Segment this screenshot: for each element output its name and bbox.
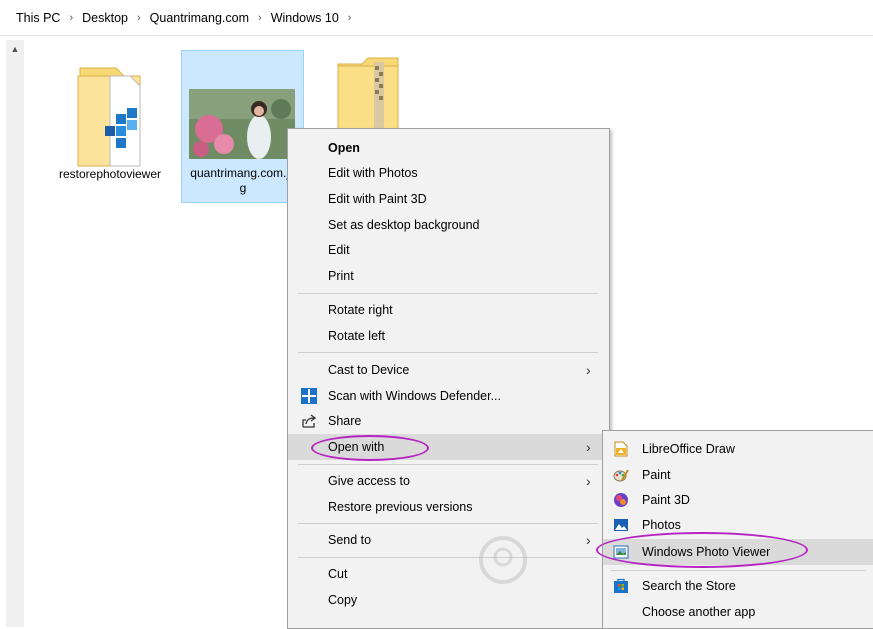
menu-item-cut[interactable]: Cut bbox=[288, 562, 609, 586]
menu-item-open-with[interactable]: Open with › bbox=[288, 434, 609, 460]
menu-item-label: Cut bbox=[328, 567, 348, 581]
file-item-quantrimang-jpg[interactable]: quantrimang.com.jpg bbox=[181, 50, 304, 203]
image-thumbnail bbox=[189, 89, 295, 159]
submenu-item-choose-another-app[interactable]: Choose another app bbox=[603, 600, 873, 624]
menu-item-label: Edit with Paint 3D bbox=[328, 192, 427, 206]
menu-item-cast-to-device[interactable]: Cast to Device › bbox=[288, 358, 609, 382]
file-item-zip-folder[interactable] bbox=[320, 52, 430, 132]
paint-3d-icon bbox=[614, 493, 628, 507]
breadcrumb: This PC › Desktop › Quantrimang.com › Wi… bbox=[0, 0, 873, 36]
scroll-up-arrow-icon[interactable]: ▲ bbox=[6, 40, 24, 58]
chevron-right-icon: › bbox=[586, 473, 591, 489]
chevron-right-icon: › bbox=[586, 439, 591, 455]
submenu-item-label: Choose another app bbox=[642, 605, 756, 619]
breadcrumb-quantrimang[interactable]: Quantrimang.com bbox=[150, 11, 249, 25]
menu-item-copy[interactable]: Copy bbox=[288, 588, 609, 612]
menu-item-label: Set as desktop background bbox=[328, 218, 480, 232]
registry-file-icon bbox=[77, 67, 141, 167]
submenu-item-windows-photo-viewer[interactable]: Windows Photo Viewer bbox=[603, 539, 873, 565]
vertical-scrollbar[interactable]: ▲ bbox=[6, 40, 24, 627]
menu-item-label: Restore previous versions bbox=[328, 500, 473, 514]
menu-divider bbox=[298, 464, 598, 465]
menu-item-edit[interactable]: Edit bbox=[288, 238, 609, 262]
submenu-item-label: Search the Store bbox=[642, 579, 736, 593]
menu-item-print[interactable]: Print bbox=[288, 264, 609, 288]
menu-divider bbox=[298, 293, 598, 294]
menu-item-label: Rotate right bbox=[328, 303, 393, 317]
menu-item-label: Rotate left bbox=[328, 329, 385, 343]
submenu-item-paint[interactable]: Paint bbox=[603, 463, 873, 487]
menu-item-label: Cast to Device bbox=[328, 363, 410, 377]
zip-folder-icon bbox=[337, 57, 399, 131]
submenu-item-label: LibreOffice Draw bbox=[642, 442, 735, 456]
breadcrumb-windows-10[interactable]: Windows 10 bbox=[271, 11, 339, 25]
menu-item-send-to[interactable]: Send to › bbox=[288, 528, 609, 552]
photos-icon bbox=[614, 519, 628, 531]
menu-item-share[interactable]: Share bbox=[288, 409, 609, 433]
breadcrumb-separator[interactable]: › bbox=[348, 12, 352, 24]
breadcrumb-separator[interactable]: › bbox=[69, 12, 73, 24]
menu-item-restore-previous-versions[interactable]: Restore previous versions bbox=[288, 495, 609, 519]
submenu-item-label: Windows Photo Viewer bbox=[642, 545, 771, 559]
menu-divider bbox=[298, 352, 598, 353]
menu-divider bbox=[298, 557, 598, 558]
breadcrumb-this-pc[interactable]: This PC bbox=[16, 11, 60, 25]
submenu-item-label: Photos bbox=[642, 518, 681, 532]
windows-defender-icon bbox=[301, 388, 317, 404]
menu-item-label: Copy bbox=[328, 593, 358, 607]
menu-item-label: Send to bbox=[328, 533, 372, 547]
menu-item-open[interactable]: Open bbox=[288, 136, 609, 160]
menu-divider bbox=[611, 570, 866, 571]
submenu-item-libreoffice-draw[interactable]: LibreOffice Draw bbox=[603, 437, 873, 461]
menu-item-label: Scan with Windows Defender... bbox=[328, 389, 501, 403]
store-icon bbox=[614, 578, 628, 593]
file-label: quantrimang.com.jpg bbox=[190, 166, 296, 195]
menu-item-label: Share bbox=[328, 414, 362, 428]
paint-icon bbox=[613, 469, 629, 482]
breadcrumb-desktop[interactable]: Desktop bbox=[82, 11, 128, 25]
menu-item-edit-with-paint-3d[interactable]: Edit with Paint 3D bbox=[288, 187, 609, 211]
file-label: restorephotoviewer bbox=[58, 167, 162, 181]
photo-viewer-icon bbox=[613, 545, 629, 559]
menu-item-rotate-left[interactable]: Rotate left bbox=[288, 324, 609, 348]
submenu-item-photos[interactable]: Photos bbox=[603, 513, 873, 537]
menu-divider bbox=[298, 523, 598, 524]
chevron-right-icon: › bbox=[586, 532, 591, 548]
breadcrumb-separator[interactable]: › bbox=[137, 12, 141, 24]
share-icon bbox=[302, 414, 317, 428]
menu-item-label: Edit bbox=[328, 243, 350, 257]
context-menu: Open Edit with Photos Edit with Paint 3D… bbox=[287, 128, 610, 629]
menu-item-scan-with-windows-defender[interactable]: Scan with Windows Defender... bbox=[288, 384, 609, 408]
menu-item-rotate-right[interactable]: Rotate right bbox=[288, 298, 609, 322]
libreoffice-draw-icon bbox=[614, 441, 628, 457]
menu-item-set-as-desktop-background[interactable]: Set as desktop background bbox=[288, 213, 609, 237]
chevron-right-icon: › bbox=[586, 362, 591, 378]
file-item-restorephotoviewer[interactable]: restorephotoviewer bbox=[52, 52, 168, 202]
submenu-item-label: Paint 3D bbox=[642, 493, 690, 507]
menu-item-label: Edit with Photos bbox=[328, 166, 418, 180]
menu-item-give-access-to[interactable]: Give access to › bbox=[288, 469, 609, 493]
menu-item-label: Open bbox=[328, 141, 360, 155]
menu-item-label: Print bbox=[328, 269, 354, 283]
submenu-item-label: Paint bbox=[642, 468, 671, 482]
menu-item-label: Open with bbox=[328, 440, 385, 454]
breadcrumb-separator[interactable]: › bbox=[258, 12, 262, 24]
menu-item-label: Give access to bbox=[328, 474, 410, 488]
open-with-submenu: LibreOffice Draw Paint Paint 3D Photos W… bbox=[602, 430, 873, 629]
submenu-item-paint-3d[interactable]: Paint 3D bbox=[603, 488, 873, 512]
submenu-item-search-the-store[interactable]: Search the Store bbox=[603, 574, 873, 598]
menu-item-edit-with-photos[interactable]: Edit with Photos bbox=[288, 161, 609, 185]
